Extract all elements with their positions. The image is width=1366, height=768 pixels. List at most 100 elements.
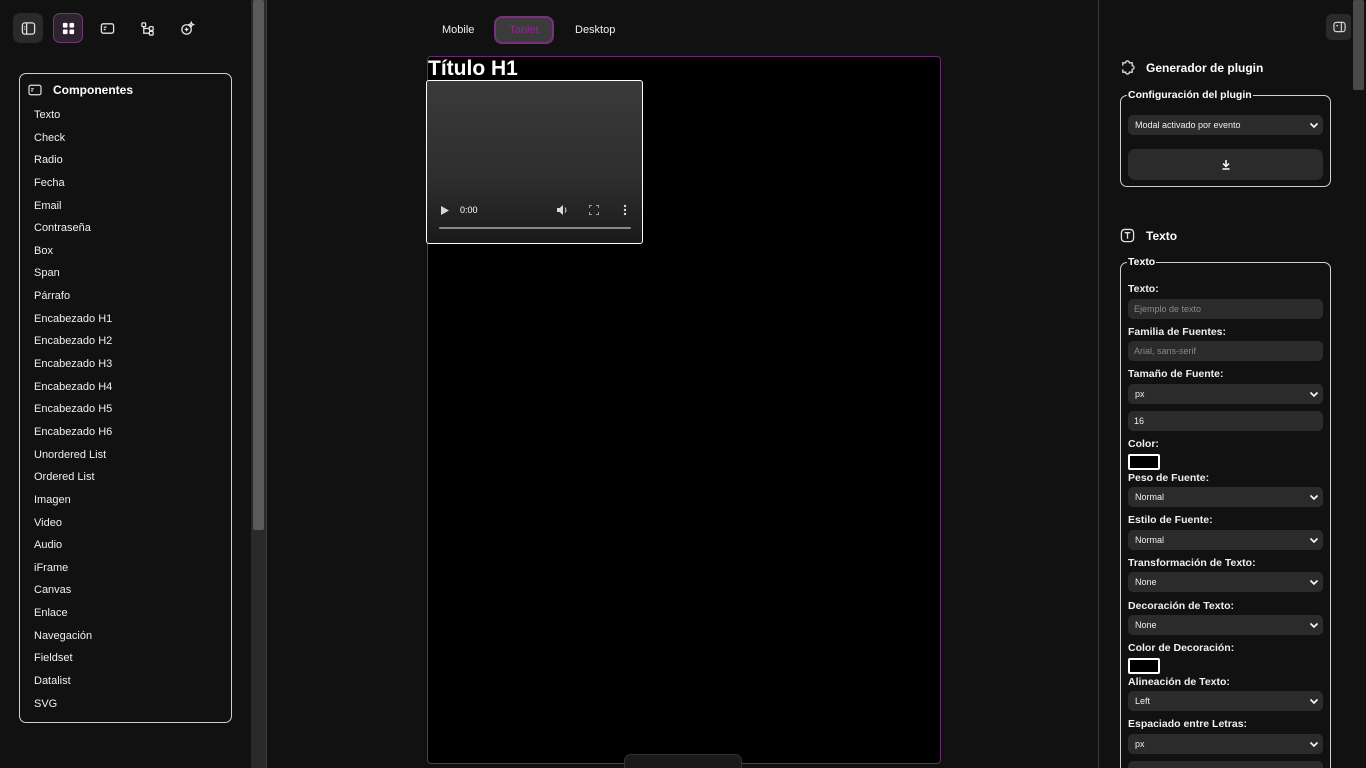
component-button[interactable] <box>92 13 122 43</box>
magic-button[interactable] <box>172 13 202 43</box>
scrollbar-thumb[interactable] <box>1353 0 1364 90</box>
chevron-down-icon <box>1309 698 1319 705</box>
text-title: Texto <box>1146 228 1178 243</box>
component-item[interactable]: Canvas <box>34 579 112 602</box>
component-item[interactable]: iFrame <box>34 557 112 580</box>
chevron-down-icon <box>1309 391 1319 398</box>
left-scrollbar[interactable] <box>251 0 266 768</box>
sidebar-toggle-icon <box>21 21 35 35</box>
text-align-label: Alineación de Texto: <box>1128 676 1230 688</box>
component-item[interactable]: Encabezado H6 <box>34 421 112 444</box>
play-icon[interactable] <box>441 206 449 215</box>
plugin-mode-select[interactable]: Modal activado por evento <box>1128 115 1323 135</box>
font-family-input[interactable]: Arial, sans-serif <box>1128 341 1323 361</box>
panel-collapse-icon <box>1332 21 1346 33</box>
plugin-mode-value: Modal activado por evento <box>1135 120 1241 130</box>
component-item[interactable]: Email <box>34 195 112 218</box>
tree-icon <box>140 21 154 36</box>
component-item[interactable]: Ordered List <box>34 466 112 489</box>
text-transform-value: None <box>1135 577 1157 587</box>
component-item[interactable]: Span <box>34 262 112 285</box>
volume-icon[interactable] <box>557 205 568 215</box>
bottom-toolbar[interactable] <box>624 754 742 768</box>
component-item[interactable]: Datalist <box>34 670 112 693</box>
scrollbar-thumb[interactable] <box>253 0 264 530</box>
component-item[interactable]: Fecha <box>34 172 112 195</box>
components-panel: Componentes Texto Check Radio Fecha Email Con… <box>19 73 232 723</box>
component-item[interactable]: Enlace <box>34 602 112 625</box>
font-style-value: Normal <box>1135 535 1165 545</box>
download-icon <box>1221 160 1230 170</box>
component-item[interactable]: Navegación <box>34 625 112 648</box>
text-input[interactable]: Ejemplo de texto <box>1128 299 1323 319</box>
video-element[interactable]: 0:00 <box>426 80 643 244</box>
plugin-config-legend: Configuración del plugin <box>1127 89 1253 101</box>
component-item[interactable]: Imagen <box>34 489 112 512</box>
text-align-select[interactable]: Left <box>1128 691 1323 711</box>
component-item[interactable]: Fieldset <box>34 647 112 670</box>
component-item[interactable]: Box <box>34 240 112 263</box>
component-item[interactable]: Video <box>34 512 112 535</box>
component-item[interactable]: Párrafo <box>34 285 112 308</box>
decoration-color-label: Color de Decoración: <box>1128 642 1235 654</box>
tree-button[interactable] <box>132 13 162 43</box>
component-item[interactable]: Check <box>34 127 112 150</box>
more-icon[interactable] <box>623 204 627 216</box>
fullscreen-icon[interactable] <box>589 205 599 215</box>
tab-desktop[interactable]: Desktop <box>575 16 615 44</box>
component-item[interactable]: Encabezado H1 <box>34 308 112 331</box>
font-size-input[interactable]: 16 <box>1128 411 1323 431</box>
plugin-config-fieldset: Configuración del plugin Modal activado … <box>1120 89 1331 187</box>
component-item[interactable]: Texto <box>34 104 112 127</box>
tab-tablet[interactable]: Tablet <box>494 16 554 44</box>
text-fieldset: Texto Texto: Ejemplo de texto Familia de… <box>1120 256 1331 768</box>
font-size-unit-select[interactable]: px <box>1128 384 1323 404</box>
sidebar-toggle-button[interactable] <box>13 13 43 43</box>
plugin-title: Generador de plugin <box>1146 60 1264 75</box>
text-decoration-label: Decoración de Texto: <box>1128 600 1234 612</box>
font-weight-value: Normal <box>1135 492 1165 502</box>
component-item[interactable]: Encabezado H4 <box>34 376 112 399</box>
font-family-label: Familia de Fuentes: <box>1128 326 1227 338</box>
text-align-value: Left <box>1135 696 1151 706</box>
page-title[interactable]: Título H1 <box>428 57 518 81</box>
letter-spacing-unit-select[interactable]: px <box>1128 734 1323 754</box>
letter-spacing-unit-value: px <box>1135 739 1145 749</box>
canvas-area: Mobile Tablet Desktop Título H1 0:00 <box>266 0 1099 768</box>
font-size-unit-value: px <box>1135 389 1145 399</box>
plugin-section-title: Generador de plugin <box>1120 60 1263 75</box>
text-section-title: Texto <box>1120 228 1177 243</box>
component-item[interactable]: SVG <box>34 693 112 716</box>
component-item[interactable]: Encabezado H5 <box>34 398 112 421</box>
font-weight-select[interactable]: Normal <box>1128 487 1323 507</box>
tab-mobile[interactable]: Mobile <box>442 16 474 44</box>
component-item[interactable]: Radio <box>34 149 112 172</box>
components-view-button[interactable] <box>53 13 83 43</box>
font-weight-label: Peso de Fuente: <box>1128 472 1210 484</box>
font-style-select[interactable]: Normal <box>1128 530 1323 550</box>
download-button[interactable] <box>1128 149 1323 180</box>
decoration-color-swatch[interactable] <box>1128 658 1160 674</box>
chevron-down-icon <box>1309 622 1319 629</box>
component-item[interactable]: Unordered List <box>34 444 112 467</box>
magic-icon <box>180 20 195 35</box>
component-item[interactable]: Contraseña <box>34 217 112 240</box>
component-item[interactable]: Audio <box>34 534 112 557</box>
chevron-down-icon <box>1309 494 1319 501</box>
video-progress-bar[interactable] <box>439 227 631 229</box>
collapse-panel-button[interactable] <box>1326 14 1352 40</box>
text-legend: Texto <box>1127 256 1157 268</box>
preview-frame[interactable]: Título H1 0:00 <box>426 56 941 764</box>
grid-icon <box>62 22 74 34</box>
component-item[interactable]: Encabezado H3 <box>34 353 112 376</box>
components-header: Componentes <box>28 83 133 97</box>
component-icon <box>100 22 114 34</box>
right-scrollbar[interactable] <box>1351 0 1366 768</box>
text-transform-select[interactable]: None <box>1128 572 1323 592</box>
letter-spacing-input[interactable] <box>1128 761 1323 768</box>
chevron-down-icon <box>1309 122 1319 129</box>
properties-panel: Generador de plugin Configuración del pl… <box>1100 0 1351 768</box>
text-decoration-select[interactable]: None <box>1128 615 1323 635</box>
color-swatch[interactable] <box>1128 454 1160 470</box>
component-item[interactable]: Encabezado H2 <box>34 330 112 353</box>
